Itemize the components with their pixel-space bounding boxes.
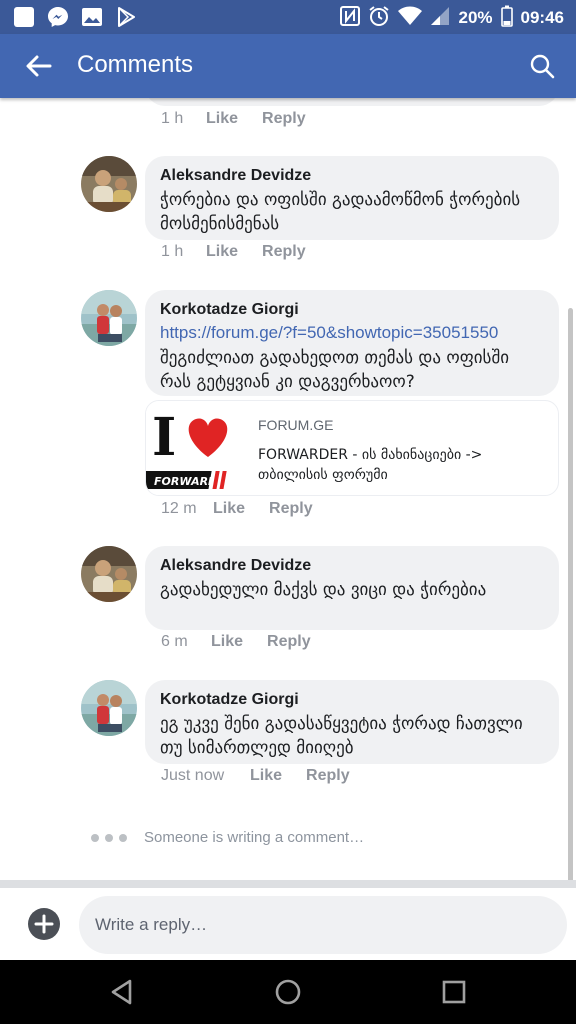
system-nav-bar: [0, 960, 576, 1024]
avatar[interactable]: [81, 290, 137, 346]
comment-meta: 1 h Like Reply: [161, 243, 306, 261]
comment-author[interactable]: Korkotadze Giorgi: [160, 300, 543, 320]
square-app-icon: [12, 5, 36, 29]
link-preview-card[interactable]: I FORWARDER FORUM.GE FORWARDER - ის მახი…: [145, 400, 559, 496]
add-attachment-icon[interactable]: [28, 908, 60, 940]
comment-bubble[interactable]: Aleksandre Devidze გადახედული მაქვს და ვ…: [145, 546, 559, 630]
messenger-icon: [46, 5, 70, 29]
avatar[interactable]: [81, 680, 137, 736]
reply-button[interactable]: Reply: [269, 500, 313, 518]
battery-icon: [500, 5, 513, 31]
nav-home-icon[interactable]: [274, 978, 302, 1006]
comment-author[interactable]: Aleksandre Devidze: [160, 166, 543, 186]
like-button[interactable]: Like: [211, 633, 243, 651]
signal-icon: [430, 6, 450, 30]
comment-time: 12 m: [161, 500, 197, 517]
comment-link[interactable]: https://forum.ge/?f=50&showtopic=3505155…: [160, 322, 543, 344]
typing-dots-icon: [91, 833, 127, 842]
battery-percent: 20%: [458, 8, 493, 27]
link-preview-title: FORWARDER - ის მახინაციები -> თბილისის ფ…: [258, 447, 483, 483]
comment-time: 6 m: [161, 633, 188, 650]
search-icon[interactable]: [528, 52, 556, 80]
comment-bubble[interactable]: Korkotadze Giorgi ეგ უკვე შენი გადასაწყვ…: [145, 680, 559, 764]
link-preview-domain: FORUM.GE: [258, 417, 334, 433]
nfc-icon: [340, 6, 361, 30]
comment-text: ჭორებია და ოფისში გადაამოწმონ ჭორების მო…: [160, 190, 521, 234]
reply-button[interactable]: Reply: [267, 633, 311, 651]
nav-back-icon[interactable]: [108, 978, 136, 1006]
avatar[interactable]: [81, 546, 137, 602]
gallery-icon: [80, 5, 104, 29]
wifi-icon: [398, 6, 423, 30]
comment-text: შეგიძლიათ გადახედოთ თემას და ოფისში რას …: [160, 348, 510, 392]
comment-time: 1 h: [161, 110, 184, 127]
typing-indicator: Someone is writing a comment…: [91, 829, 364, 846]
like-button[interactable]: Like: [250, 767, 282, 785]
like-button[interactable]: Like: [206, 243, 238, 261]
app-bar: Comments: [0, 34, 576, 98]
status-bar: 20% 09:46: [0, 0, 576, 34]
comment-text: გადახედული მაქვს და ვიცი და ჭირებია: [160, 580, 487, 600]
reply-input[interactable]: [79, 896, 567, 954]
comments-feed[interactable]: 1 h Like Reply Aleksandre Devidze ჭორები…: [0, 98, 576, 880]
like-button[interactable]: Like: [206, 110, 238, 128]
back-arrow-icon[interactable]: [24, 52, 52, 80]
play-store-icon: [114, 5, 138, 29]
reply-button[interactable]: Reply: [306, 767, 350, 785]
clock: 09:46: [520, 8, 564, 27]
comment-time: Just now: [161, 767, 225, 784]
comment-meta: Just now Like Reply: [161, 767, 350, 785]
comment-meta: 1 h Like Reply: [161, 110, 306, 128]
comment-author[interactable]: Korkotadze Giorgi: [160, 690, 543, 710]
comment-bubble[interactable]: [145, 98, 559, 106]
reply-button[interactable]: Reply: [262, 110, 306, 128]
scrollbar[interactable]: [568, 308, 573, 880]
comment-author[interactable]: Aleksandre Devidze: [160, 556, 543, 576]
reply-button[interactable]: Reply: [262, 243, 306, 261]
comment-text: ეგ უკვე შენი გადასაწყვეტია ჭორად ჩათვლი …: [160, 714, 523, 758]
like-button[interactable]: Like: [213, 500, 245, 518]
page-title: Comments: [77, 51, 194, 78]
comment-bubble[interactable]: Korkotadze Giorgi https://forum.ge/?f=50…: [145, 290, 559, 396]
comment-meta: 6 m Like Reply: [161, 633, 311, 651]
link-preview-thumbnail: I FORWARDER: [146, 401, 246, 495]
reply-composer: [0, 880, 576, 960]
avatar[interactable]: [81, 156, 137, 212]
typing-text: Someone is writing a comment…: [144, 829, 365, 846]
nav-recents-icon[interactable]: [440, 978, 468, 1006]
comment-meta: 12 m Like Reply: [161, 500, 313, 518]
thumb-letter: I: [152, 407, 176, 468]
comment-bubble[interactable]: Aleksandre Devidze ჭორებია და ოფისში გად…: [145, 156, 559, 240]
comment-time: 1 h: [161, 243, 184, 260]
alarm-icon: [368, 5, 390, 31]
